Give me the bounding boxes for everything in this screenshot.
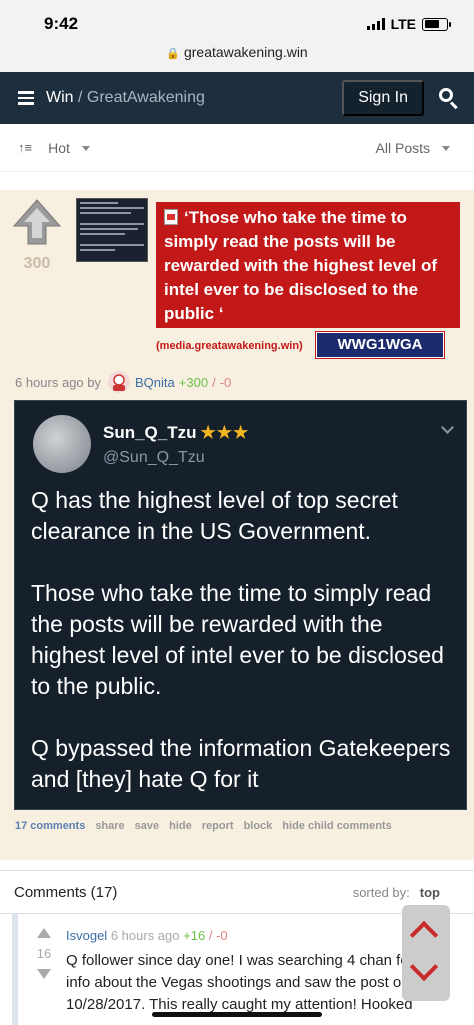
status-bar: 9:42 LTE [0, 0, 474, 44]
comment-thread-rail[interactable] [12, 914, 18, 1025]
post-actions: 17 comments share save hide report block… [15, 820, 392, 832]
upvote-arrow-icon[interactable] [12, 198, 62, 246]
chevron-down-icon[interactable] [441, 421, 454, 434]
vote-separator: / [212, 374, 216, 390]
comment-text: Q follower since day one! I was searchin… [66, 952, 414, 1013]
post-author[interactable]: BQnita [135, 375, 175, 390]
post-age: 6 hours ago by [15, 374, 102, 390]
tweet-author: Sun_Q_Tzu ★★★ [103, 423, 249, 443]
comment-meta: Isvogel 6 hours ago +16 / -0 [66, 928, 228, 943]
address-bar[interactable]: 🔒 greatawakening.win [0, 44, 474, 72]
menu-icon[interactable] [18, 91, 34, 105]
sort-bar: ↑≡ Hot All Posts [0, 124, 474, 172]
post-score: 300 [23, 255, 51, 272]
post-title-text[interactable]: ‘Those who take the time to simply read … [164, 208, 437, 323]
chevron-down-icon [442, 146, 450, 152]
sort-icon: ↑≡ [18, 140, 33, 155]
url-text: greatawakening.win [183, 44, 308, 60]
site-name[interactable]: Win [46, 89, 74, 106]
tweet-text: Q has the highest level of top secret cl… [31, 487, 451, 792]
comment-vote-separator: / [208, 928, 213, 943]
user-avatar[interactable] [107, 370, 131, 394]
title-separator: / [73, 89, 87, 106]
block-link[interactable]: block [244, 820, 273, 832]
comment-age: 6 hours ago [110, 928, 180, 943]
share-link[interactable]: share [95, 820, 124, 832]
sorted-by-label: sorted by: [352, 884, 410, 900]
tweet-author-name: Sun_Q_Tzu [103, 423, 197, 442]
tweet-avatar [33, 415, 91, 473]
scroll-up-icon[interactable] [409, 920, 439, 950]
community-name[interactable]: GreatAwakening [87, 89, 205, 106]
battery-icon [422, 17, 451, 31]
network-type: LTE [390, 16, 416, 32]
chevron-down-icon [81, 146, 90, 152]
post-domain[interactable]: (media.greatawakening.win) [156, 340, 303, 352]
comment-vote: 16 [32, 928, 56, 979]
post-title[interactable]: ‘Those who take the time to simply read … [156, 202, 460, 328]
post-upvotes: +300 [178, 374, 209, 390]
comments-title: Comments (17) [14, 883, 118, 901]
post-downvotes: -0 [219, 374, 232, 390]
comment-upvotes: +16 [183, 928, 206, 943]
comments-link[interactable]: 17 comments [15, 820, 85, 832]
sort-dropdown[interactable]: Hot [48, 140, 90, 156]
scroll-down-icon[interactable] [409, 952, 439, 982]
star-icons: ★★★ [200, 423, 250, 442]
post-meta: 6 hours ago by BQnita +300 / -0 [15, 370, 231, 394]
hide-link[interactable]: hide [169, 820, 192, 832]
home-indicator[interactable] [152, 1012, 322, 1017]
post-thumbnail[interactable] [76, 198, 148, 262]
comment-author[interactable]: Isvogel [66, 928, 107, 943]
search-icon[interactable] [438, 87, 460, 110]
report-link[interactable]: report [202, 820, 234, 832]
status-indicators: LTE [366, 16, 451, 32]
lock-icon: 🔒 [166, 48, 180, 60]
filter-dropdown-value: All Posts [375, 139, 430, 156]
community-title[interactable]: Win / GreatAwakening [46, 89, 342, 107]
comment-sort-dropdown[interactable]: top [420, 885, 440, 900]
status-time: 9:42 [44, 14, 79, 33]
tweet-handle: @Sun_Q_Tzu [103, 449, 205, 466]
sign-in-button[interactable]: Sign In [342, 80, 424, 116]
sort-dropdown-value: Hot [48, 139, 70, 156]
save-link[interactable]: save [135, 820, 159, 832]
tweet-embed[interactable]: Sun_Q_Tzu ★★★ @Sun_Q_Tzu Q has the highes… [14, 400, 467, 810]
filter-dropdown[interactable]: All Posts [376, 140, 450, 156]
scroll-controls [402, 905, 450, 1001]
media-icon [164, 209, 178, 225]
signal-icon [366, 18, 385, 30]
post-card: 300 ‘Those who take the time to simply r… [0, 190, 474, 860]
post-vote: 300 [12, 198, 62, 273]
hide-child-comments-link[interactable]: hide child comments [282, 820, 391, 832]
upvote-icon[interactable] [37, 928, 51, 938]
post-flair: WWG1WGA [315, 331, 445, 359]
downvote-icon[interactable] [37, 969, 51, 979]
site-header: Win / GreatAwakening Sign In [0, 72, 474, 124]
comment-score: 16 [36, 946, 52, 961]
comment-downvotes: -0 [216, 928, 228, 943]
